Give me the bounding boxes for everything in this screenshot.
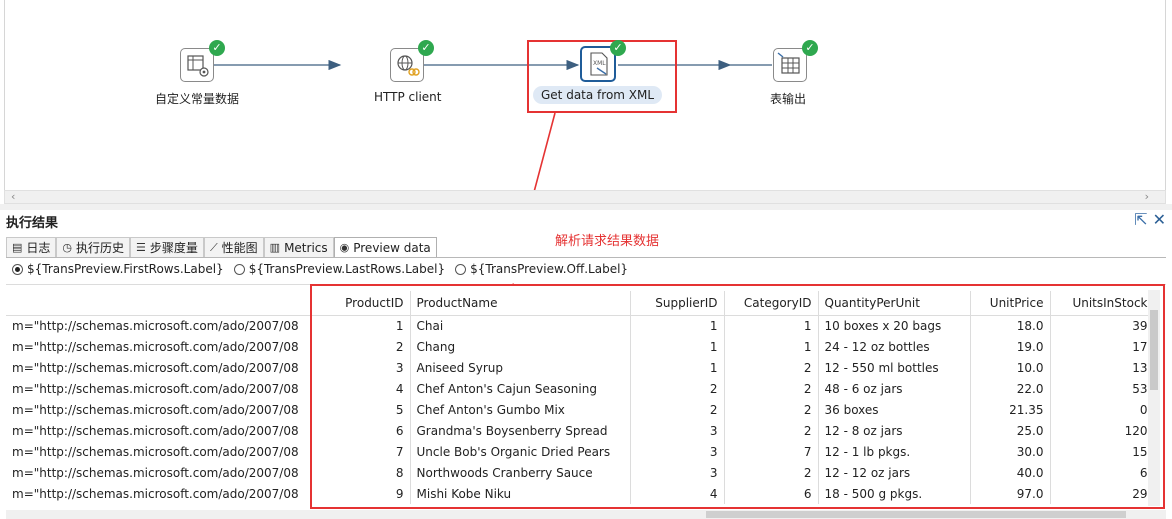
result-tabs: ▤ 日志 ◷ 执行历史 ☰ 步骤度量 ⟋ 性能图 ▥ Metrics ◉ Preview d… (6, 236, 437, 258)
table-cell: m="http://schemas.microsoft.com/ado/2007… (12, 465, 299, 480)
step-custom-constant[interactable] (180, 48, 214, 82)
table-cell: m="http://schemas.microsoft.com/ado/2007… (12, 486, 299, 501)
svg-text:XML: XML (593, 60, 606, 67)
preview-mode-radios: ${TransPreview.FirstRows.Label} ${TransP… (12, 262, 628, 276)
radio-first-rows[interactable]: ${TransPreview.FirstRows.Label} (12, 262, 224, 276)
log-icon: ▤ (12, 241, 23, 254)
table-cell: m="http://schemas.microsoft.com/ado/2007… (12, 318, 299, 333)
table-cell: m="http://schemas.microsoft.com/ado/2007… (12, 444, 299, 459)
table-cell: m="http://schemas.microsoft.com/ado/2007… (12, 360, 299, 375)
grid-vertical-scrollbar[interactable] (1148, 290, 1160, 506)
panel-title: 执行结果 (6, 216, 59, 231)
step-label: HTTP client (374, 90, 442, 104)
tab-performance[interactable]: ⟋ 性能图 (203, 237, 264, 257)
step-label-selected: Get data from XML (533, 86, 663, 104)
panel-controls: ⇱ ✕ (1134, 210, 1166, 229)
scroll-left-icon[interactable]: ‹ (11, 191, 15, 203)
metrics-icon: ▥ (269, 241, 281, 254)
close-icon[interactable]: ✕ (1153, 210, 1166, 229)
table-output-icon (777, 52, 800, 74)
annotation-text: 解析请求结果数据 (555, 234, 660, 249)
step-table-output[interactable] (773, 48, 807, 82)
tab-metrics[interactable]: ▥ Metrics (263, 237, 334, 257)
status-ok-icon: ✓ (418, 40, 434, 56)
table-cell: m="http://schemas.microsoft.com/ado/2007… (12, 402, 299, 417)
scroll-right-icon[interactable]: › (1145, 191, 1149, 203)
table-cell: m="http://schemas.microsoft.com/ado/2007… (12, 423, 299, 438)
radio-unchecked-icon (233, 263, 245, 275)
table-cell: m="http://schemas.microsoft.com/ado/2007… (12, 339, 299, 354)
eye-icon: ◉ (339, 241, 350, 254)
xml-file-icon: XML (590, 52, 608, 76)
radio-last-rows[interactable]: ${TransPreview.LastRows.Label} (233, 262, 445, 276)
step-label: 自定义常量数据 (155, 92, 240, 106)
http-globe-icon (397, 55, 420, 76)
status-ok-icon: ✓ (209, 40, 225, 56)
grid-horizontal-scrollbar[interactable] (6, 510, 1166, 519)
step-label: 表输出 (770, 92, 807, 106)
scrollbar-thumb[interactable] (706, 511, 1126, 518)
tab-log[interactable]: ▤ 日志 (6, 237, 57, 257)
radio-off[interactable]: ${TransPreview.Off.Label} (455, 262, 628, 276)
radio-checked-icon (12, 263, 23, 275)
tab-divider (6, 257, 1166, 258)
table-gear-icon (187, 55, 209, 77)
tab-preview-data[interactable]: ◉ Preview data (333, 237, 437, 257)
table-cell: m="http://schemas.microsoft.com/ado/2007… (12, 381, 299, 396)
tab-step-metrics[interactable]: ☰ 步骤度量 (130, 237, 204, 257)
performance-icon: ⟋ (209, 240, 218, 254)
splitter[interactable] (0, 204, 1172, 210)
highlight-box (310, 284, 1165, 509)
status-ok-icon: ✓ (610, 40, 626, 56)
status-ok-icon: ✓ (802, 40, 818, 56)
popout-icon[interactable]: ⇱ (1134, 210, 1147, 229)
scrollbar-thumb[interactable] (1150, 310, 1158, 390)
column-header[interactable] (6, 291, 316, 316)
radio-unchecked-icon (455, 263, 467, 275)
step-metrics-icon: ☰ (136, 241, 146, 254)
canvas-horizontal-scrollbar[interactable]: ‹ › (4, 190, 1166, 204)
history-icon: ◷ (62, 241, 73, 254)
tab-history[interactable]: ◷ 执行历史 (56, 237, 131, 257)
